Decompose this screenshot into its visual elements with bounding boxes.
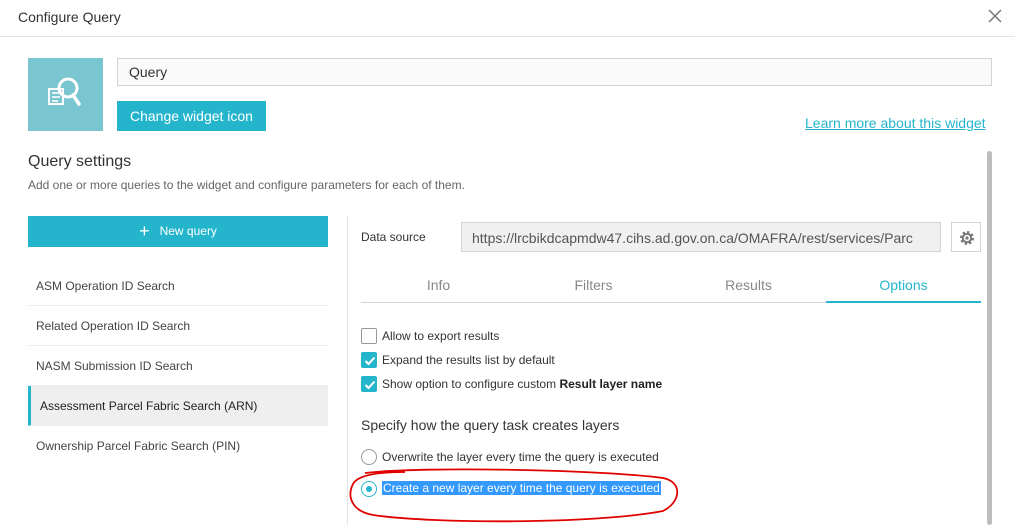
query-settings-description: Add one or more queries to the widget an…: [28, 178, 465, 192]
new-query-label: New query: [159, 224, 217, 238]
tab-options[interactable]: Options: [826, 271, 981, 303]
tab-results[interactable]: Results: [671, 271, 826, 302]
overwrite-layer-radio[interactable]: [361, 449, 377, 465]
custom-layer-name-label-bold: Result layer name: [559, 377, 663, 391]
query-list-item[interactable]: ASM Operation ID Search: [28, 266, 328, 306]
close-icon[interactable]: [985, 6, 1005, 26]
new-query-button[interactable]: + New query: [28, 216, 328, 247]
data-source-label: Data source: [361, 230, 426, 244]
overwrite-layer-label: Overwrite the layer every time the query…: [382, 450, 659, 464]
allow-export-checkbox[interactable]: [361, 328, 377, 344]
custom-layer-name-label: Show option to configure custom Result l…: [382, 377, 662, 391]
change-widget-icon-button[interactable]: Change widget icon: [117, 101, 266, 131]
query-widget-icon: [28, 58, 103, 131]
custom-layer-name-label-prefix: Show option to configure custom: [382, 377, 560, 391]
expand-results-label: Expand the results list by default: [382, 353, 555, 367]
widget-name-input[interactable]: [117, 58, 992, 86]
allow-export-label: Allow to export results: [382, 329, 500, 343]
plus-icon: +: [139, 221, 150, 241]
checkmark-icon: [364, 380, 376, 390]
vertical-scrollbar[interactable]: [987, 151, 992, 525]
red-annotation-circle: [349, 468, 679, 523]
query-config-tabs: Info Filters Results Options: [361, 271, 981, 303]
query-list-item-selected[interactable]: Assessment Parcel Fabric Search (ARN): [28, 386, 328, 426]
checkmark-icon: [364, 356, 376, 366]
tab-filters[interactable]: Filters: [516, 271, 671, 302]
tab-info[interactable]: Info: [361, 271, 516, 302]
gear-icon: [960, 231, 974, 245]
data-source-url-field[interactable]: https://lrcbikdcapmdw47.cihs.ad.gov.on.c…: [461, 222, 941, 252]
layer-creation-section-title: Specify how the query task creates layer…: [361, 417, 620, 433]
query-settings-title: Query settings: [28, 153, 132, 170]
learn-more-link[interactable]: Learn more about this widget: [805, 115, 986, 131]
query-list-item[interactable]: NASM Submission ID Search: [28, 346, 328, 386]
dialog-title: Configure Query: [18, 9, 121, 25]
expand-results-checkbox[interactable]: [361, 352, 377, 368]
query-list-item[interactable]: Ownership Parcel Fabric Search (PIN): [28, 426, 328, 466]
dialog-titlebar: Configure Query: [0, 0, 1015, 37]
query-list-item[interactable]: Related Operation ID Search: [28, 306, 328, 346]
data-source-settings-button[interactable]: [951, 222, 981, 252]
custom-layer-name-checkbox[interactable]: [361, 376, 377, 392]
